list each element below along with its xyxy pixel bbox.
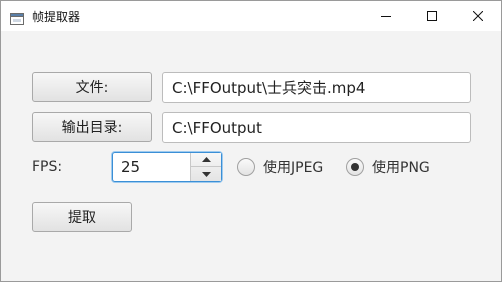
radio-jpeg[interactable]: 使用JPEG [237, 156, 323, 178]
radio-png-label[interactable]: 使用PNG [372, 157, 430, 177]
radio-jpeg-circle[interactable] [237, 158, 255, 176]
fps-increment-button[interactable] [191, 153, 221, 167]
fps-value[interactable]: 25 [121, 153, 140, 181]
fps-spinner[interactable]: 25 [112, 152, 222, 182]
extract-button[interactable]: 提取 [32, 202, 132, 232]
file-path-field[interactable]: C:\FFOutput\士兵突击.mp4 [162, 72, 471, 103]
choose-file-button[interactable]: 文件: [32, 72, 152, 102]
arrow-up-icon [201, 157, 211, 162]
choose-output-dir-button[interactable]: 输出目录: [32, 112, 152, 142]
app-window: 帧提取器 文件: C:\FFOutput\士兵突击.mp4 输出目录: C:\F… [0, 0, 502, 282]
maximize-icon [427, 11, 437, 21]
arrow-down-icon [201, 171, 211, 177]
fps-label: FPS: [32, 159, 63, 175]
fps-decrement-button[interactable] [191, 167, 221, 181]
minimize-button[interactable] [363, 1, 409, 31]
maximize-button[interactable] [409, 1, 455, 31]
minimize-icon [381, 16, 391, 17]
radio-png-circle[interactable] [346, 158, 364, 176]
output-path-field[interactable]: C:\FFOutput [162, 112, 471, 143]
close-button[interactable] [455, 1, 501, 31]
radio-png[interactable]: 使用PNG [346, 156, 430, 178]
radio-jpeg-label[interactable]: 使用JPEG [263, 157, 323, 177]
title-bar[interactable]: 帧提取器 [1, 1, 501, 31]
app-icon [10, 10, 24, 25]
close-icon [473, 11, 483, 21]
window-title: 帧提取器 [32, 10, 81, 24]
spinner-buttons [190, 153, 221, 181]
radio-selected-dot [351, 163, 359, 171]
